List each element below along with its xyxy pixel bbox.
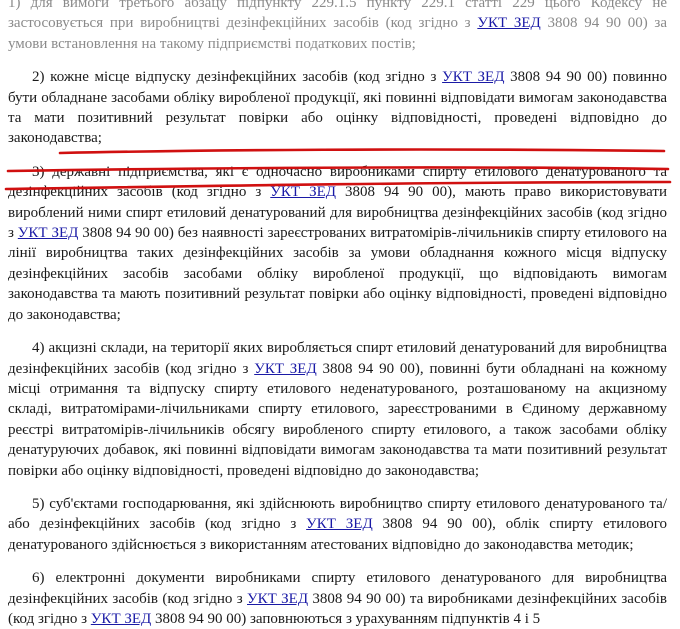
- paragraph-3-highlighted: 3) державні підприємства, які є одночасн…: [0, 162, 680, 325]
- paragraph-text: 3808 94 90 00), повинні бути обладнані н…: [8, 360, 667, 479]
- ukt-zed-link[interactable]: УКТ ЗЕД: [306, 516, 373, 532]
- ukt-zed-link[interactable]: УКТ ЗЕД: [442, 69, 504, 85]
- ukt-zed-link[interactable]: УКТ ЗЕД: [270, 184, 336, 200]
- ukt-zed-link[interactable]: УКТ ЗЕД: [91, 611, 151, 627]
- paragraph-text: 3808 94 90 00) заповнюються з урахування…: [151, 610, 541, 627]
- paragraph-6: 6) електронні документи виробниками спир…: [0, 568, 680, 629]
- paragraph-text: 2) кожне місце відпуску дезінфекційних з…: [32, 69, 443, 86]
- paragraph-text: 3808 94 90 00) без наявності зареєстрова…: [8, 225, 668, 323]
- paragraph-5: 5) суб'єктами господарювання, які здійсн…: [0, 494, 680, 555]
- ukt-zed-link[interactable]: УКТ ЗЕД: [247, 591, 308, 607]
- ukt-zed-link[interactable]: УКТ ЗЕД: [18, 225, 79, 241]
- paragraph-1: 1) для вимоги третього абзацу підпункту …: [0, 0, 680, 54]
- document-body: 1) для вимоги третього абзацу підпункту …: [0, 0, 680, 629]
- ukt-zed-link[interactable]: УКТ ЗЕД: [477, 15, 540, 31]
- paragraph-2: 2) кожне місце відпуску дезінфекційних з…: [0, 67, 680, 149]
- ukt-zed-link[interactable]: УКТ ЗЕД: [254, 361, 317, 377]
- paragraph-4: 4) акцизні склади, на території яких вир…: [0, 338, 680, 481]
